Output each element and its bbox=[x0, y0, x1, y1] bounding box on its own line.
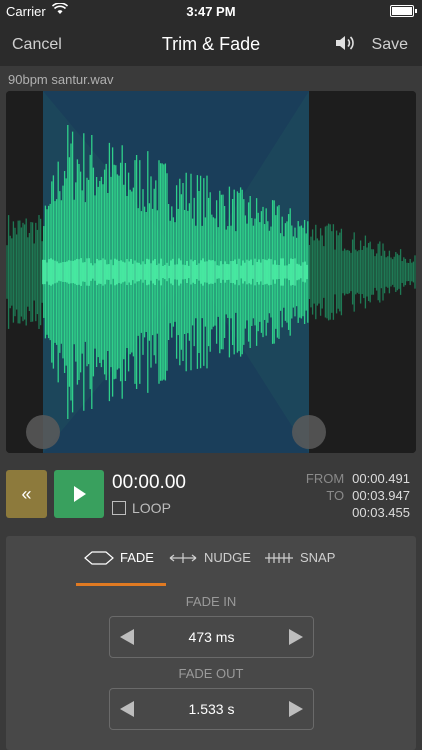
transport-controls: « 00:00.00 LOOP FROM 00:00.491 TO 00:03.94… bbox=[0, 460, 422, 530]
duration-value: 00:03.455 bbox=[352, 505, 410, 520]
fade-in-stepper[interactable]: 473 ms bbox=[109, 616, 314, 658]
fade-in-value: 473 ms bbox=[188, 629, 235, 645]
loop-toggle[interactable]: LOOP bbox=[112, 500, 171, 516]
active-tab-indicator bbox=[76, 583, 166, 586]
tab-nudge[interactable]: NUDGE bbox=[168, 550, 251, 565]
play-button[interactable] bbox=[54, 470, 104, 518]
to-label: TO bbox=[326, 488, 345, 503]
fade-in-increase-icon[interactable] bbox=[289, 629, 303, 645]
loop-checkbox[interactable] bbox=[112, 501, 126, 515]
speaker-icon[interactable] bbox=[334, 33, 356, 58]
fade-icon bbox=[84, 550, 114, 565]
edit-panel: FADE NUDGE SNAP FADE IN 473 ms FADE OUT … bbox=[6, 536, 416, 750]
waveform-editor[interactable] bbox=[6, 91, 416, 453]
play-icon bbox=[74, 486, 86, 502]
to-value: 00:03.947 bbox=[352, 488, 410, 503]
tab-snap[interactable]: SNAP bbox=[264, 550, 335, 565]
trim-start-handle[interactable] bbox=[26, 415, 60, 449]
loop-label: LOOP bbox=[132, 500, 171, 516]
nav-bar: Cancel Trim & Fade Save bbox=[0, 22, 422, 66]
fade-out-value: 1.533 s bbox=[188, 701, 235, 717]
fade-in-label: FADE IN bbox=[185, 594, 237, 609]
from-label: FROM bbox=[305, 471, 345, 486]
battery-icon bbox=[390, 5, 417, 17]
from-value: 00:00.491 bbox=[352, 471, 410, 486]
file-name: 90bpm santur.wav bbox=[8, 72, 114, 87]
nudge-icon bbox=[169, 552, 197, 563]
status-bar: Carrier 3:47 PM bbox=[0, 0, 422, 22]
fade-out-label: FADE OUT bbox=[178, 666, 244, 681]
rewind-button[interactable]: « bbox=[6, 470, 47, 518]
snap-icon bbox=[265, 552, 293, 563]
fade-out-stepper[interactable]: 1.533 s bbox=[109, 688, 314, 730]
page-title: Trim & Fade bbox=[161, 34, 261, 54]
trim-end-handle[interactable] bbox=[292, 415, 326, 449]
current-time: 00:00.00 bbox=[112, 472, 186, 493]
tab-bar: FADE NUDGE SNAP bbox=[6, 546, 416, 586]
clock: 3:47 PM bbox=[186, 4, 236, 19]
selection-times: FROM 00:00.491 TO 00:03.947 00:03.455 bbox=[306, 470, 410, 521]
fade-out-increase-icon[interactable] bbox=[289, 701, 303, 717]
save-button[interactable]: Save bbox=[372, 36, 408, 54]
tab-fade[interactable]: FADE bbox=[84, 550, 154, 565]
